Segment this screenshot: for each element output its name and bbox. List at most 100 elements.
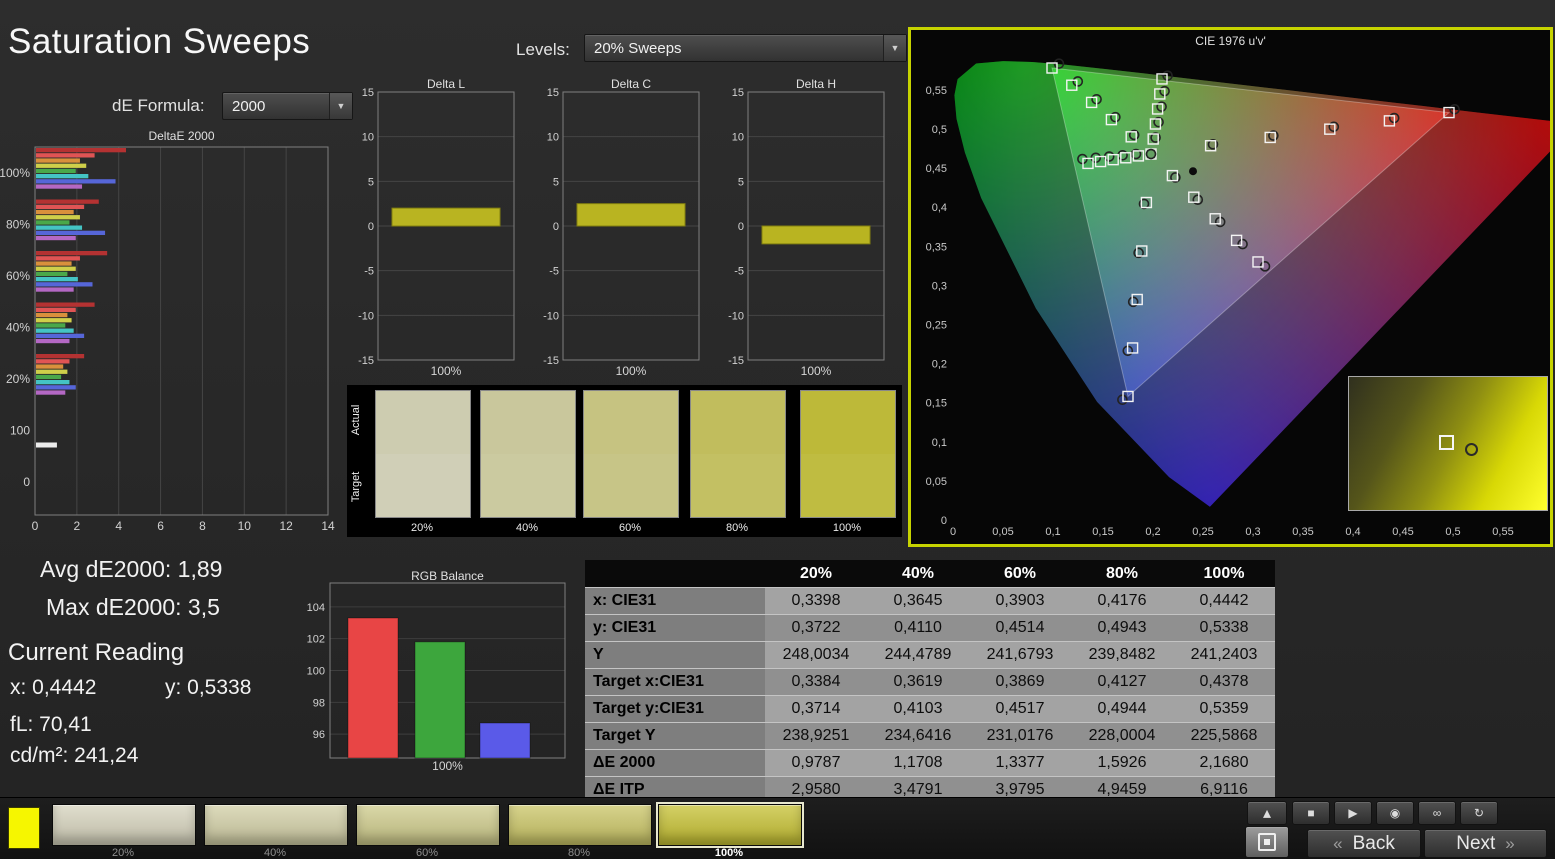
svg-text:96: 96 [313,729,325,741]
svg-text:0,45: 0,45 [1392,526,1413,538]
rgb-bar-blue [480,723,530,758]
row-label: Target Y [585,723,765,750]
rgb-balance-xlabel: 100% [330,759,565,773]
patch-tile-100%[interactable] [658,804,802,846]
svg-text:0,55: 0,55 [1492,526,1513,538]
measurement-table: 20%40%60%80%100%x: CIE310,33980,36450,39… [585,560,1275,804]
current-reading-title: Current Reading [8,639,184,667]
infinity-icon-button[interactable]: ∞ [1418,801,1456,825]
next-button[interactable]: Next » [1424,829,1547,858]
svg-text:0,25: 0,25 [1192,526,1213,538]
current-cdm2: cd/m²: 241,24 [10,744,138,768]
record-icon-button[interactable]: ◉ [1376,801,1414,825]
app-window: Saturation Sweeps dE Formula: 2000 ▼ Lev… [0,0,1555,859]
deltae-bar [36,443,57,448]
svg-text:-10: -10 [543,310,559,322]
play-icon-button[interactable]: ▶ [1334,801,1372,825]
table-cell: 248,0034 [765,642,867,669]
delta-c-chart: 151050-5-10-15 [545,85,705,380]
actual-swatch [690,390,786,454]
deltae-bar [36,231,105,235]
current-fl: fL: 70,41 [10,713,92,737]
pattern-window-button[interactable] [1245,826,1289,858]
svg-text:15: 15 [362,87,374,99]
levels-dropdown[interactable]: 20% Sweeps ▼ [584,34,907,62]
deltae-bar [36,153,95,157]
table-row: Target Y238,9251234,6416231,0176228,0004… [585,723,1275,750]
deltae-bar [36,169,76,173]
eject-button[interactable]: ▴ [1247,801,1287,825]
svg-text:0: 0 [941,515,947,527]
deltae-bar [36,272,67,276]
deltae-bar [36,390,65,394]
svg-text:0,4: 0,4 [932,202,947,214]
table-cell: 0,4103 [867,696,969,723]
table-cell: 2,1680 [1173,750,1275,777]
svg-text:0,4: 0,4 [1345,526,1360,538]
levels-value: 20% Sweeps [594,40,682,57]
patch-tile-40%[interactable] [204,804,348,846]
patch-tile-80%[interactable] [508,804,652,846]
patch-tile-60%[interactable] [356,804,500,846]
next-arrow-icon: » [1505,834,1514,854]
square-icon [1258,833,1276,851]
row-label: y: CIE31 [585,615,765,642]
svg-text:0,1: 0,1 [932,437,947,449]
svg-text:98: 98 [313,697,325,709]
deltae-bar [36,334,84,338]
deltae-bar [36,339,69,343]
table-cell: 0,3398 [765,588,867,615]
table-cell: 0,5338 [1173,615,1275,642]
deltae-bar [36,354,84,358]
deltae-bar [36,215,80,219]
swatch-column: 20% [375,390,469,534]
table-header: 80% [1071,560,1173,588]
target-row-label: Target [350,462,362,512]
svg-text:0: 0 [23,475,30,489]
row-label: ΔE 2000 [585,750,765,777]
delta-h-chart: 151050-5-10-15 [730,85,890,380]
svg-text:0,05: 0,05 [992,526,1013,538]
swatch-label: 80% [690,522,784,534]
swatch-strip: 20%40%60%80%100% [347,385,902,537]
svg-text:10: 10 [732,132,744,144]
svg-text:-10: -10 [358,310,374,322]
de-formula-dropdown[interactable]: 2000 ▼ [222,92,353,120]
back-button[interactable]: « Back [1307,829,1421,858]
deltae-bar [36,329,74,333]
svg-text:-15: -15 [728,355,744,367]
row-label: Y [585,642,765,669]
de-formula-value: 2000 [232,98,265,115]
svg-text:102: 102 [307,634,325,646]
table-cell: 225,5868 [1173,723,1275,750]
svg-text:0,3: 0,3 [932,280,947,292]
deltae-bar [36,267,76,271]
svg-text:0,2: 0,2 [932,359,947,371]
svg-text:0,05: 0,05 [926,476,947,488]
table-cell: 234,6416 [867,723,969,750]
deltae-bar [36,236,76,240]
actual-swatch [375,390,471,454]
table-cell: 0,3714 [765,696,867,723]
deltae-bar [36,200,99,204]
delta-h-xlabel: 100% [748,364,884,378]
svg-text:5: 5 [738,176,744,188]
loop-icon-button[interactable]: ↻ [1460,801,1498,825]
patch-tile-20%[interactable] [52,804,196,846]
deltae-bar [36,184,82,188]
svg-text:80%: 80% [6,218,30,232]
actual-swatch [800,390,896,454]
patch-tile-label: 40% [204,847,346,859]
svg-text:0: 0 [738,221,744,233]
chevron-down-icon: ▼ [329,93,352,119]
inset-target-marker [1439,435,1454,450]
rgb-bar-red [348,618,398,758]
table-cell: 0,3384 [765,669,867,696]
svg-text:4: 4 [115,519,122,533]
table-row: Target y:CIE310,37140,41030,45170,49440,… [585,696,1275,723]
target-swatch [583,454,679,518]
patch-tile-label: 60% [356,847,498,859]
table-cell: 1,3377 [969,750,1071,777]
row-label: x: CIE31 [585,588,765,615]
stop-icon-button[interactable]: ■ [1292,801,1330,825]
